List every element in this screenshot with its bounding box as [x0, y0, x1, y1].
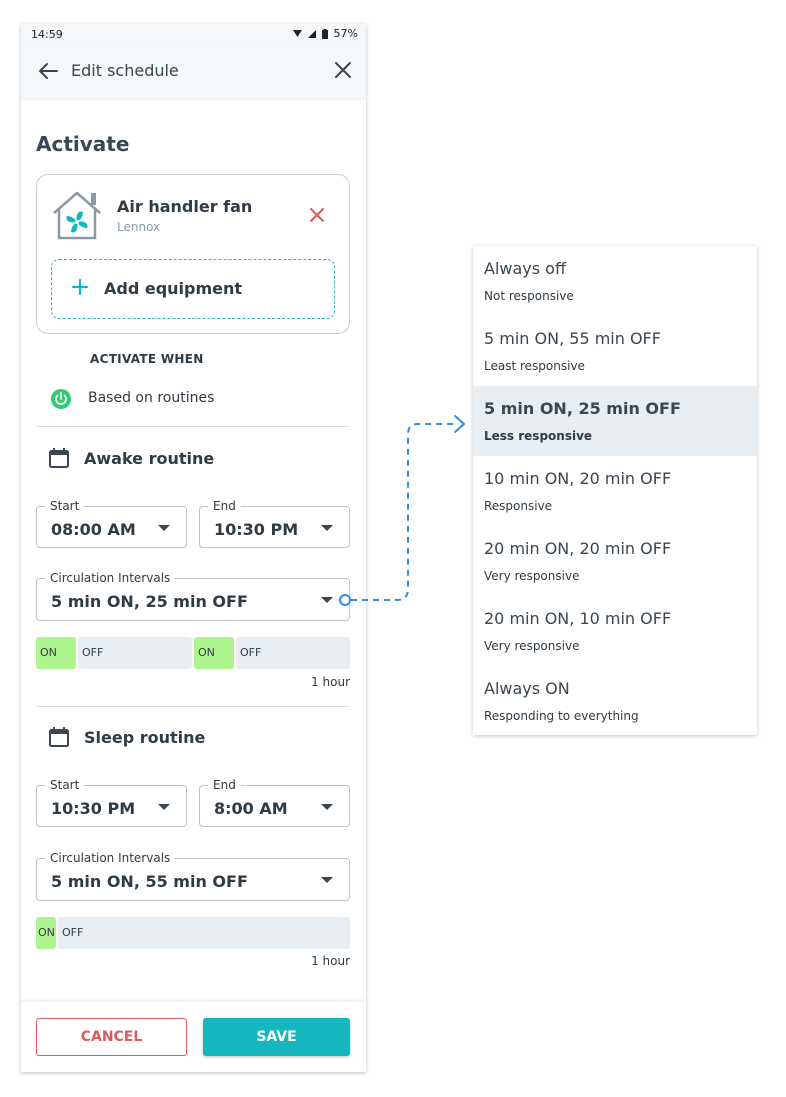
- menu-option[interactable]: 20 min ON, 10 min OFF Very responsive: [473, 596, 757, 666]
- option-title: 20 min ON, 20 min OFF: [484, 539, 672, 558]
- option-title: Always ON: [484, 679, 570, 698]
- option-subtitle: Responsive: [484, 499, 553, 513]
- option-title: 10 min ON, 20 min OFF: [484, 469, 672, 488]
- option-subtitle: Very responsive: [484, 569, 580, 583]
- option-subtitle: Not responsive: [484, 289, 574, 303]
- menu-option[interactable]: Always ON Responding to everything: [473, 666, 757, 735]
- option-title: 5 min ON, 55 min OFF: [484, 329, 661, 348]
- menu-option[interactable]: 5 min ON, 55 min OFF Least responsive: [473, 316, 757, 386]
- option-subtitle: Less responsive: [484, 429, 593, 443]
- interval-options-menu: Always off Not responsive 5 min ON, 55 m…: [473, 246, 757, 735]
- option-title: 5 min ON, 25 min OFF: [484, 399, 681, 418]
- option-subtitle: Very responsive: [484, 639, 580, 653]
- option-title: Always off: [484, 259, 566, 278]
- menu-option[interactable]: 20 min ON, 20 min OFF Very responsive: [473, 526, 757, 596]
- menu-option[interactable]: Always off Not responsive: [473, 246, 757, 316]
- option-subtitle: Responding to everything: [484, 709, 639, 723]
- menu-option[interactable]: 10 min ON, 20 min OFF Responsive: [473, 456, 757, 526]
- option-subtitle: Least responsive: [484, 359, 585, 373]
- option-title: 20 min ON, 10 min OFF: [484, 609, 672, 628]
- menu-option-selected[interactable]: 5 min ON, 25 min OFF Less responsive: [473, 386, 757, 456]
